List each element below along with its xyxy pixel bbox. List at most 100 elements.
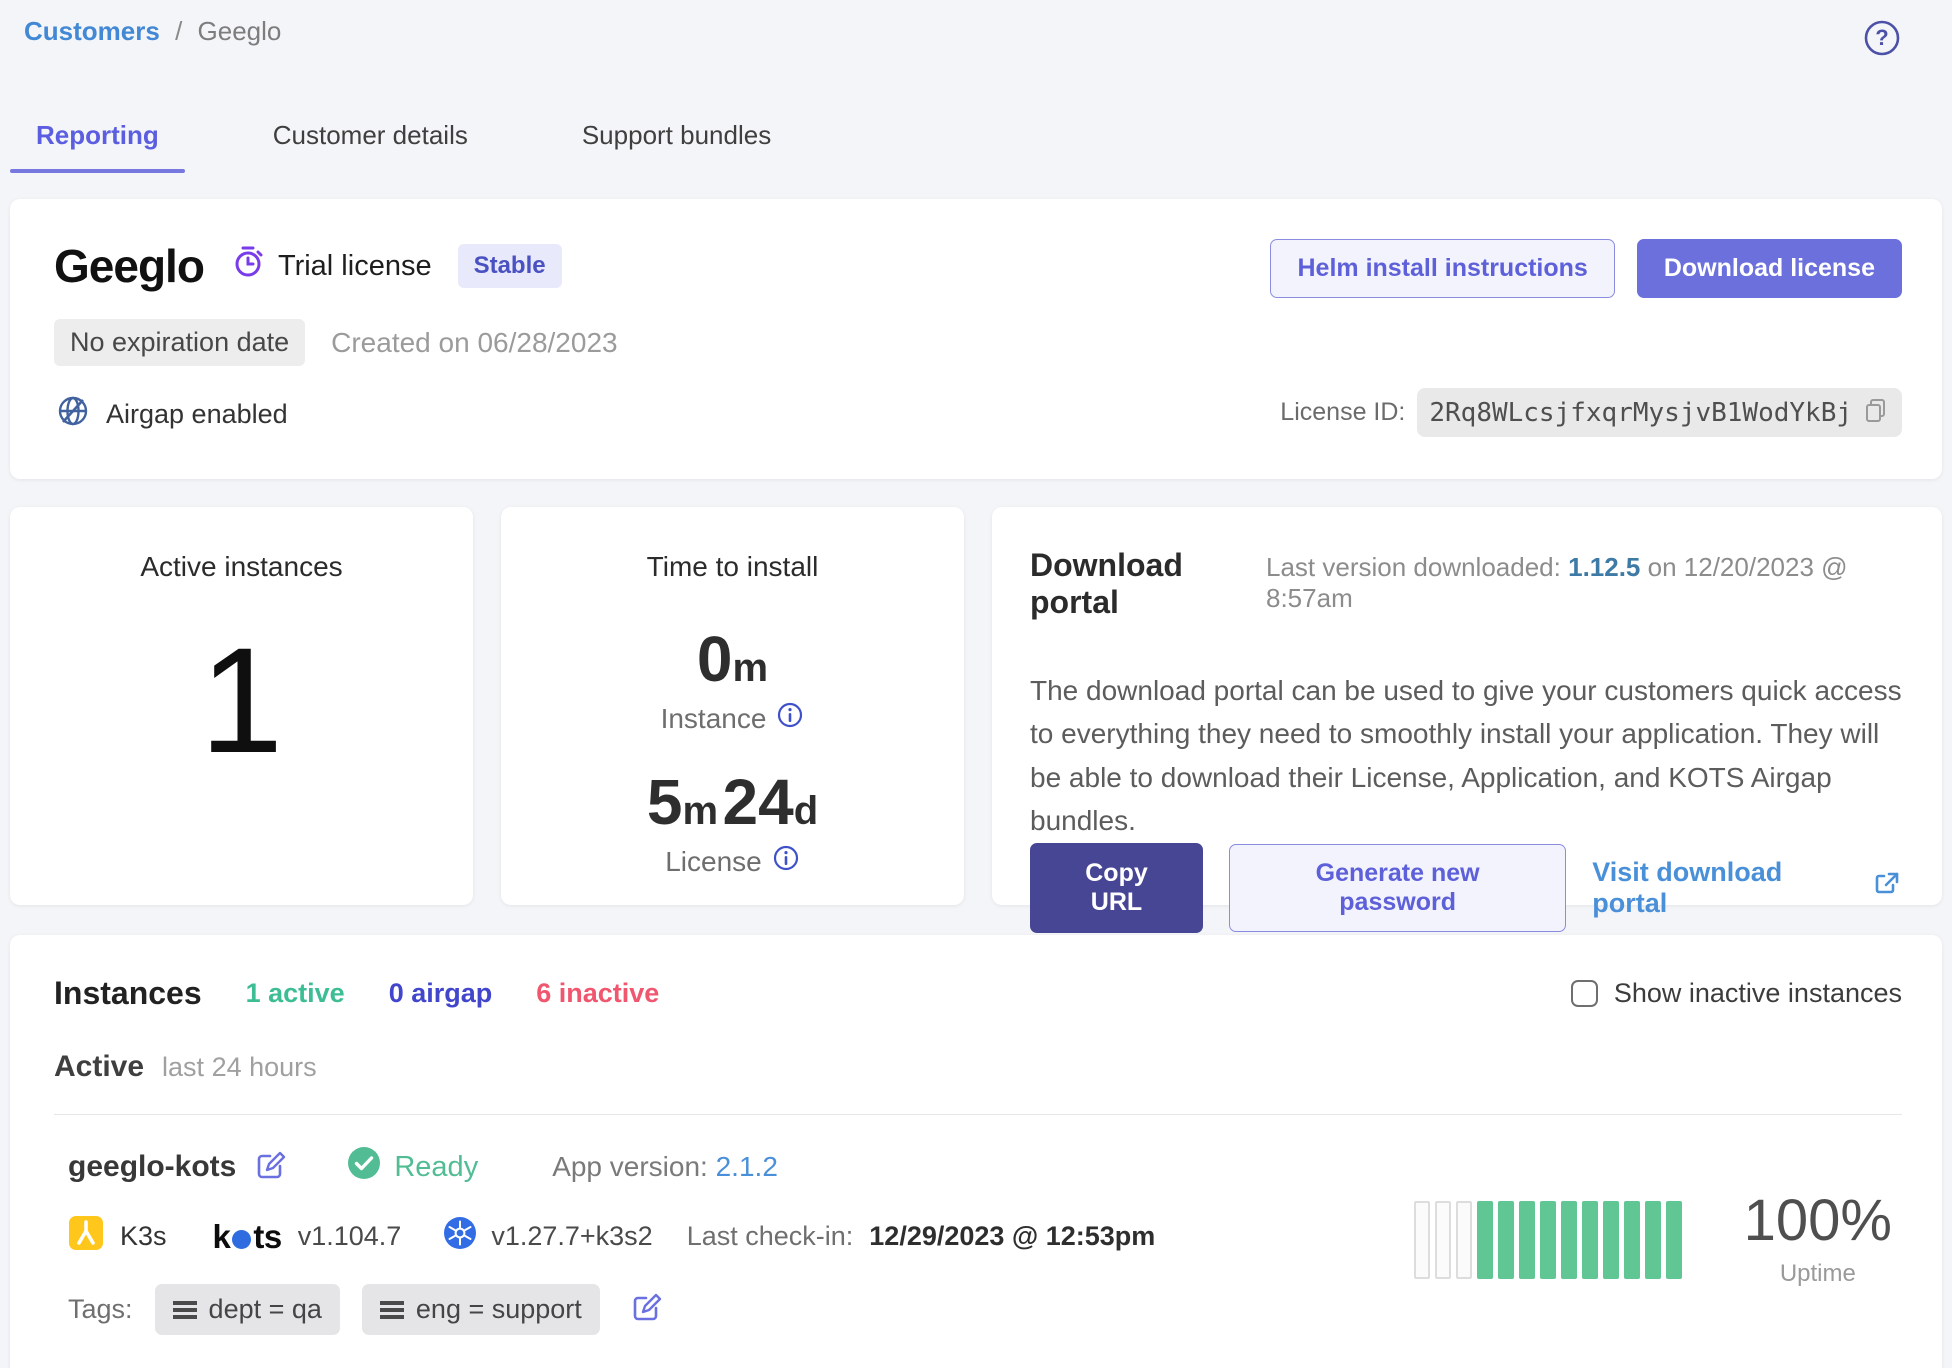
- uptime-percentage: 100%: [1744, 1192, 1892, 1250]
- app-version-label: App version:: [552, 1151, 708, 1182]
- license-install-number-1: 5: [647, 766, 683, 838]
- tag-text: eng = support: [416, 1294, 582, 1325]
- active-count[interactable]: 1 active: [246, 978, 345, 1009]
- visit-download-portal-link[interactable]: Visit download portal: [1592, 857, 1902, 919]
- license-id-label: License ID:: [1280, 398, 1405, 427]
- kubernetes-version-group: v1.27.7+k3s2: [443, 1216, 652, 1257]
- kots-logo: kts: [213, 1218, 282, 1256]
- last-version-label: Last version downloaded:: [1266, 552, 1561, 582]
- status-badge: Ready: [346, 1145, 478, 1189]
- active-instances-card: Active instances 1: [10, 507, 473, 905]
- license-install-label: License: [665, 846, 762, 878]
- airgap-globe-icon: [54, 392, 92, 437]
- instance-name: geeglo-kots: [68, 1150, 236, 1184]
- last-version-link[interactable]: 1.12.5: [1568, 552, 1640, 582]
- created-date: Created on 06/28/2023: [331, 327, 617, 359]
- helm-install-button[interactable]: Helm install instructions: [1270, 239, 1614, 298]
- tab-reporting[interactable]: Reporting: [24, 106, 171, 173]
- instances-title: Instances: [54, 975, 202, 1012]
- last-checkin-label: Last check-in:: [687, 1221, 854, 1252]
- tag-pill: dept = qa: [155, 1284, 340, 1335]
- tag-bars-icon: [380, 1308, 404, 1312]
- stats-row: Active instances 1 Time to install 0m In…: [10, 507, 1942, 905]
- uptime-stat: 100% Uptime: [1744, 1192, 1892, 1288]
- channel-badge: Stable: [458, 244, 562, 288]
- check-circle-icon: [346, 1145, 382, 1189]
- info-icon[interactable]: [772, 844, 800, 879]
- active-instances-title: Active instances: [30, 551, 453, 583]
- k3s-icon: [68, 1215, 104, 1258]
- inactive-count[interactable]: 6 inactive: [536, 978, 659, 1009]
- license-install-number-2: 24: [723, 766, 794, 838]
- external-link-icon: [1872, 869, 1902, 906]
- license-summary-card: Geeglo Trial license Stable No expiratio…: [10, 199, 1942, 479]
- download-portal-description: The download portal can be used to give …: [1030, 669, 1902, 843]
- distribution-label: K3s: [120, 1221, 167, 1252]
- kubernetes-version: v1.27.7+k3s2: [491, 1221, 652, 1252]
- download-portal-title: Download portal: [1030, 547, 1266, 621]
- info-icon[interactable]: [776, 701, 804, 736]
- kubernetes-icon: [443, 1216, 477, 1257]
- instance-install-unit: m: [733, 646, 769, 690]
- breadcrumb-separator: /: [175, 16, 182, 46]
- uptime-bar-chart: [1414, 1201, 1682, 1279]
- instance-install-time: 0m: [521, 627, 944, 691]
- active-group-title: Active: [54, 1050, 144, 1084]
- tab-bar: Reporting Customer details Support bundl…: [10, 106, 1942, 173]
- app-version: App version: 2.1.2: [552, 1151, 778, 1183]
- license-id-chip: 2Rq8WLcsjfxqrMysjvB1WodYkBj: [1417, 388, 1902, 437]
- breadcrumb-customers-link[interactable]: Customers: [24, 16, 160, 46]
- breadcrumb-current: Geeglo: [198, 16, 282, 46]
- instance-row: geeglo-kots Ready App version: 2.1.2: [54, 1114, 1902, 1368]
- download-portal-card: Download portal Last version downloaded:…: [992, 507, 1942, 905]
- copy-url-button[interactable]: Copy URL: [1030, 843, 1203, 933]
- time-to-install-card: Time to install 0m Instance 5m 24d Licen…: [501, 507, 964, 905]
- breadcrumb: Customers / Geeglo: [24, 16, 281, 47]
- active-instances-count: 1: [30, 625, 453, 775]
- tags-list: dept = qa eng = support: [133, 1284, 600, 1335]
- distribution: K3s: [68, 1215, 167, 1258]
- top-bar: Customers / Geeglo ?: [10, 0, 1942, 58]
- help-icon[interactable]: ?: [1862, 18, 1902, 58]
- airgap-count[interactable]: 0 airgap: [389, 978, 493, 1009]
- instance-counts: 1 active 0 airgap 6 inactive: [246, 978, 660, 1009]
- edit-name-icon[interactable]: [254, 1149, 286, 1186]
- svg-text:?: ?: [1875, 25, 1888, 50]
- tag-bars-icon: [173, 1308, 197, 1312]
- app-version-link[interactable]: 2.1.2: [716, 1151, 778, 1182]
- last-version-downloaded: Last version downloaded: 1.12.5 on 12/20…: [1266, 552, 1902, 614]
- visit-portal-label: Visit download portal: [1592, 857, 1860, 919]
- license-install-unit-1: m: [682, 789, 718, 833]
- generate-password-button[interactable]: Generate new password: [1229, 844, 1566, 932]
- download-license-button[interactable]: Download license: [1637, 239, 1902, 298]
- license-install-time: 5m 24d: [521, 770, 944, 834]
- license-id-value: 2Rq8WLcsjfxqrMysjvB1WodYkBj: [1429, 398, 1852, 428]
- kots-logo-o: [232, 1230, 251, 1249]
- instance-install-label: Instance: [661, 703, 767, 735]
- show-inactive-label: Show inactive instances: [1614, 978, 1902, 1009]
- instances-card: Instances 1 active 0 airgap 6 inactive S…: [10, 935, 1942, 1368]
- stopwatch-icon: [230, 244, 266, 288]
- time-to-install-title: Time to install: [521, 551, 944, 583]
- tab-support-bundles[interactable]: Support bundles: [570, 106, 783, 173]
- last-checkin-value: 12/29/2023 @ 12:53pm: [869, 1221, 1155, 1252]
- show-inactive-checkbox[interactable]: [1571, 980, 1598, 1007]
- license-type: Trial license: [230, 244, 432, 288]
- uptime-label: Uptime: [1744, 1260, 1892, 1288]
- edit-tags-icon[interactable]: [630, 1291, 662, 1328]
- tab-customer-details[interactable]: Customer details: [261, 106, 480, 173]
- expiration-badge: No expiration date: [54, 319, 305, 366]
- customer-name: Geeglo: [54, 239, 204, 293]
- instance-install-label-row: Instance: [521, 701, 944, 736]
- show-inactive-toggle[interactable]: Show inactive instances: [1571, 978, 1902, 1009]
- instance-install-number: 0: [697, 623, 733, 695]
- tags-label: Tags:: [68, 1294, 133, 1325]
- tag-pill: eng = support: [362, 1284, 600, 1335]
- license-install-label-row: License: [521, 844, 944, 879]
- status-label: Ready: [394, 1151, 478, 1184]
- license-install-unit-2: d: [794, 789, 818, 833]
- kots-version: v1.104.7: [298, 1221, 402, 1252]
- license-type-label: Trial license: [278, 250, 432, 283]
- copy-icon[interactable]: [1862, 396, 1890, 429]
- airgap-label: Airgap enabled: [106, 399, 288, 430]
